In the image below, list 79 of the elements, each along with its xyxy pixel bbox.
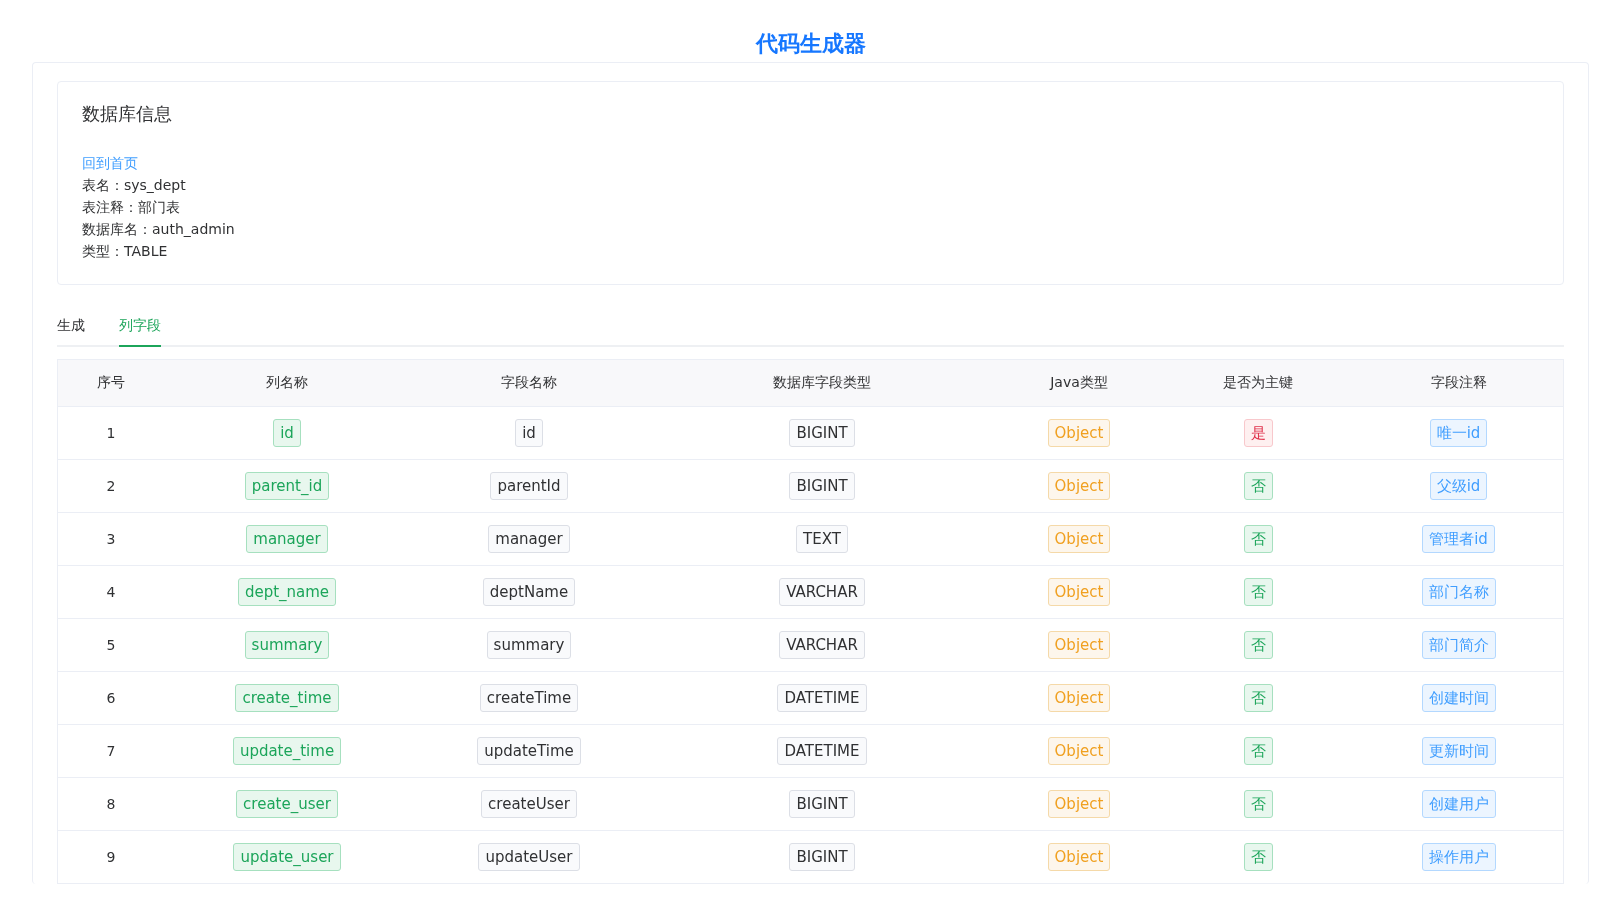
tag: createUser — [481, 790, 577, 818]
row-number: 2 — [106, 478, 116, 494]
tag: id — [273, 419, 301, 447]
tag: 创建时间 — [1421, 684, 1496, 712]
tag: 否 — [1243, 737, 1273, 765]
tag: dept_name — [237, 578, 337, 606]
info-line: 类型：TABLE — [82, 242, 168, 261]
tag: Object — [1047, 472, 1111, 500]
column-header: 序号 — [96, 374, 126, 392]
tag: 否 — [1243, 684, 1273, 712]
tag: update_user — [233, 843, 341, 871]
tag: Object — [1047, 631, 1111, 659]
tag: 否 — [1243, 525, 1273, 553]
tag: 是 — [1243, 419, 1273, 447]
page-title: 代码生成器 — [754, 30, 867, 58]
tag: 否 — [1243, 790, 1273, 818]
tag: VARCHAR — [779, 631, 865, 659]
tag: summary — [486, 631, 572, 659]
tag: update_time — [232, 737, 342, 765]
tag: BIGINT — [789, 472, 855, 500]
tag: parentId — [490, 472, 568, 500]
tag: BIGINT — [789, 843, 855, 871]
tag: updateUser — [478, 843, 580, 871]
column-header: Java类型 — [1048, 374, 1109, 392]
tag: 部门名称 — [1421, 578, 1496, 606]
tag: 父级id — [1429, 472, 1488, 500]
column-header: 数据库字段类型 — [772, 374, 872, 392]
tag: 唯一id — [1429, 419, 1488, 447]
info-line: 数据库名：auth_admin — [82, 220, 235, 239]
row-number: 7 — [106, 743, 116, 759]
tag: BIGINT — [789, 790, 855, 818]
tag: Object — [1047, 737, 1111, 765]
info-line: 表注释：部门表 — [82, 198, 180, 217]
row-number: 9 — [106, 849, 116, 865]
column-header: 字段名称 — [500, 374, 558, 392]
info-line: 表名：sys_dept — [82, 176, 186, 195]
tag: BIGINT — [789, 419, 855, 447]
tag: Object — [1047, 578, 1111, 606]
home-link[interactable]: 回到首页 — [82, 152, 138, 174]
tag: updateTime — [477, 737, 581, 765]
tag: Object — [1047, 843, 1111, 871]
tag: create_user — [236, 790, 338, 818]
tab[interactable]: 列字段 — [119, 315, 161, 347]
tag: 否 — [1243, 631, 1273, 659]
tag: createTime — [479, 684, 579, 712]
row-number: 6 — [106, 690, 116, 706]
row-number: 8 — [106, 796, 116, 812]
tag: TEXT — [796, 525, 848, 553]
tag: parent_id — [244, 472, 330, 500]
row-number: 1 — [106, 425, 116, 441]
tag: 部门简介 — [1421, 631, 1496, 659]
tag: 操作用户 — [1421, 843, 1496, 871]
tag: 否 — [1243, 472, 1273, 500]
tag: DATETIME — [777, 684, 867, 712]
row-number: 3 — [106, 531, 116, 547]
tag: summary — [244, 631, 330, 659]
row-number: 4 — [106, 584, 116, 600]
column-header: 列名称 — [265, 374, 309, 392]
tag: 更新时间 — [1421, 737, 1496, 765]
tab[interactable]: 生成 — [57, 315, 85, 347]
tag: 否 — [1243, 578, 1273, 606]
tag: id — [515, 419, 543, 447]
row-number: 5 — [106, 637, 116, 653]
tag: Object — [1047, 790, 1111, 818]
tag: 管理者id — [1422, 525, 1495, 553]
tag: 创建用户 — [1421, 790, 1496, 818]
tag: 否 — [1243, 843, 1273, 871]
tag: deptName — [482, 578, 576, 606]
tag: create_time — [235, 684, 339, 712]
tag: DATETIME — [777, 737, 867, 765]
tag: manager — [488, 525, 570, 553]
tag: Object — [1047, 684, 1111, 712]
column-header: 字段注释 — [1429, 374, 1488, 392]
tag: manager — [246, 525, 328, 553]
tag: Object — [1047, 419, 1111, 447]
column-header: 是否为主键 — [1222, 374, 1294, 392]
card-heading: 数据库信息 — [82, 102, 172, 126]
tag: VARCHAR — [779, 578, 865, 606]
tag: Object — [1047, 525, 1111, 553]
